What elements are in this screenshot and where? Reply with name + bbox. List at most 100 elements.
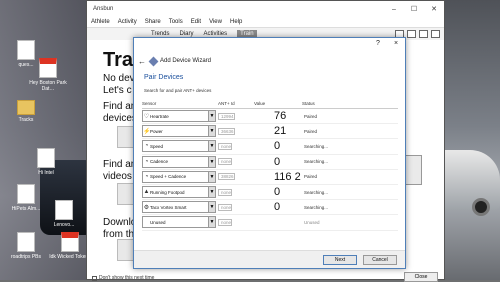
sensor-label: Unused <box>150 219 166 225</box>
power-icon: ⚡ <box>143 128 151 135</box>
status-cell: Paired <box>304 174 318 180</box>
document-icon <box>17 232 35 252</box>
desktop-icon[interactable]: Lenovo... <box>40 200 88 228</box>
background-text: Downlo <box>103 217 137 228</box>
status-cell: Searching... <box>304 189 329 195</box>
close-button[interactable]: Close <box>404 272 438 282</box>
table-row: ♡ Heartrate ▼ 12994 76 Paired <box>142 109 398 125</box>
table-row: ◔ Cadence ▼ none 0 Searching... <box>142 155 398 170</box>
bottom-panel-icon[interactable] <box>407 30 416 38</box>
sensor-select[interactable]: ▲ Running Footpod ▼ <box>142 186 216 199</box>
menu-help[interactable]: Help <box>230 19 242 25</box>
sensor-select[interactable]: ◔ Cadence ▼ <box>142 155 216 168</box>
maximize-icon[interactable]: ☐ <box>404 5 424 13</box>
table-row: ▲ Running Footpod ▼ none 0 Searching... <box>142 185 398 201</box>
background-text: No dev <box>103 73 135 84</box>
table-header: Sensor ANT+ Id Value Status <box>142 101 398 109</box>
table-row: Unused ▼ none Unused <box>142 215 398 231</box>
app-title: Ansbun <box>93 6 114 12</box>
chevron-down-icon[interactable]: ▼ <box>208 217 215 228</box>
menu-share[interactable]: Share <box>145 19 161 25</box>
back-arrow-icon[interactable]: ← <box>138 57 146 66</box>
ant-cell: none <box>218 217 254 228</box>
wizard-titlebar: ? × <box>134 38 405 48</box>
wizard-subtitle: Search for and pair ANT+ devices <box>144 88 212 93</box>
ant-id-field[interactable]: 36636 <box>218 127 235 135</box>
status-cell: Searching... <box>304 159 329 165</box>
sensor-select[interactable]: ◔ Speed + Cadence ▼ <box>142 170 216 183</box>
sensor-select[interactable]: ⚙ Tacx Vortex Smart ▼ <box>142 201 216 214</box>
table-row: ◔ Speed + Cadence ▼ 38826 116 2 Paired <box>142 170 398 185</box>
ant-id-field[interactable]: 38826 <box>218 173 235 181</box>
desktop-icon[interactable]: Hi Intel <box>22 148 70 176</box>
value-cell: 0 <box>274 186 281 199</box>
menu-activity[interactable]: Activity <box>118 19 137 25</box>
menu-tools[interactable]: Tools <box>169 19 183 25</box>
background-text: Find an <box>103 101 137 112</box>
chevron-down-icon[interactable]: ▼ <box>208 156 215 167</box>
background-heading: Tra <box>103 49 134 71</box>
sensor-cell: Unused ▼ <box>142 216 218 229</box>
sensor-select[interactable]: Unused ▼ <box>142 216 216 229</box>
next-button[interactable]: Next <box>323 254 357 265</box>
close-icon[interactable]: ✕ <box>424 5 444 13</box>
ant-id-field[interactable]: 12994 <box>218 112 235 120</box>
desktop-icon[interactable]: Hey Boston Park Dat… <box>24 58 72 92</box>
table-row: ⚙ Tacx Vortex Smart ▼ none 0 Searching... <box>142 200 398 216</box>
sensor-label: Heartrate <box>150 113 169 119</box>
sensor-cell: ▲ Running Footpod ▼ <box>142 186 218 199</box>
ant-id-field[interactable]: none <box>218 203 233 211</box>
wizard-title: Add Device Wizard <box>160 58 212 64</box>
document-icon <box>55 200 73 220</box>
add-device-wizard: ? × ← Add Device Wizard Pair Devices Sea… <box>133 37 406 269</box>
app-titlebar: Ansbun – ☐ ✕ <box>87 1 444 17</box>
chevron-down-icon[interactable]: ▼ <box>208 171 215 182</box>
column-sensor: Sensor <box>142 101 157 106</box>
ant-cell: none <box>218 202 254 213</box>
chevron-down-icon[interactable]: ▼ <box>208 141 215 152</box>
tile-view-icon[interactable] <box>419 30 428 38</box>
sensor-cell: ◔ Cadence ▼ <box>142 155 218 168</box>
chevron-down-icon[interactable]: ▼ <box>208 187 215 198</box>
sensor-label: Cadence <box>150 159 169 165</box>
sensor-select[interactable]: ♡ Heartrate ▼ <box>142 110 216 123</box>
table-row: ⚡ Power ▼ 36636 21 Paired <box>142 124 398 140</box>
ant-id-field[interactable]: none <box>218 218 233 226</box>
footpod-icon: ▲ <box>143 189 150 196</box>
desktop-icon[interactable]: roadtrips PBs <box>2 232 50 260</box>
value-cell: 0 <box>274 201 281 214</box>
sensor-label: Running Footpod <box>150 189 185 195</box>
background-text: Find an <box>103 159 137 170</box>
cancel-button[interactable]: Cancel <box>363 254 397 265</box>
ant-id-field[interactable]: none <box>218 158 233 166</box>
table-row: ◔ Speed ▼ none 0 Searching... <box>142 139 398 155</box>
minimize-icon[interactable]: – <box>384 6 404 13</box>
sensor-cell: ♡ Heartrate ▼ <box>142 110 218 123</box>
column-status: Status <box>302 101 315 106</box>
ant-id-field[interactable]: none <box>218 142 233 150</box>
pdf-icon <box>61 232 79 252</box>
list-view-icon[interactable] <box>431 30 440 38</box>
document-icon <box>37 148 55 168</box>
menu-athlete[interactable]: Athlete <box>91 19 110 25</box>
status-cell: Searching... <box>304 204 329 210</box>
menu-view[interactable]: View <box>209 19 222 25</box>
menu-edit[interactable]: Edit <box>191 19 201 25</box>
sensor-select[interactable]: ⚡ Power ▼ <box>142 125 216 138</box>
speed-cadence-icon: ◔ <box>144 173 149 180</box>
status-cell: Searching... <box>304 143 329 149</box>
value-cell: 0 <box>274 155 281 168</box>
chevron-down-icon[interactable]: ▼ <box>208 126 215 137</box>
status-cell: Paired <box>304 128 318 134</box>
help-icon[interactable]: ? <box>369 40 387 47</box>
wheel-icon <box>472 198 490 216</box>
sensor-select[interactable]: ◔ Speed ▼ <box>142 140 216 153</box>
ant-id-field[interactable]: none <box>218 188 233 196</box>
close-icon[interactable]: × <box>387 40 405 47</box>
desktop-icon[interactable]: Tracks <box>2 100 50 123</box>
chevron-down-icon[interactable]: ▼ <box>208 111 215 122</box>
chevron-down-icon[interactable]: ▼ <box>208 202 215 213</box>
document-icon <box>17 184 35 204</box>
sensor-cell: ◔ Speed ▼ <box>142 140 218 153</box>
document-icon <box>17 40 35 60</box>
